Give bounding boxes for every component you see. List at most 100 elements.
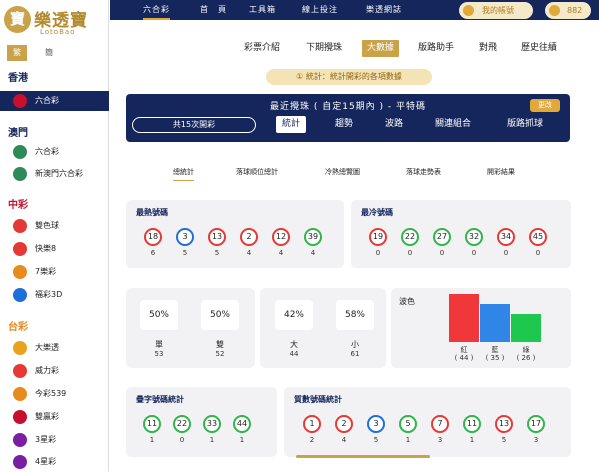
sidebar-item-qlc[interactable]: 7樂彩 [0, 262, 109, 282]
my-account-button[interactable]: 我的帳號 [459, 2, 533, 19]
subnav-next-draw[interactable]: 下期攪珠 [306, 40, 342, 57]
sidebar-item-label: 雙色球 [35, 221, 59, 230]
language-switch: 繁 簡 [7, 45, 104, 61]
jc539-icon [13, 387, 27, 401]
stat-tab-trend-table[interactable]: 落球走勢表 [406, 167, 441, 177]
sidebar-item-ssq[interactable]: 雙色球 [0, 216, 109, 236]
number-ball: 1 [303, 415, 321, 433]
stat-tab-hotcold[interactable]: 冷熱總覽圖 [325, 167, 360, 177]
subnav-path-helper[interactable]: 版路助手 [418, 40, 454, 57]
stat-tab-order[interactable]: 落球順位總計 [236, 167, 278, 177]
coin-balance[interactable]: 882 [545, 2, 591, 19]
sidebar-item-label: 威力彩 [35, 366, 59, 375]
3xc-icon [13, 433, 27, 447]
sidebar-item-syc[interactable]: 雙贏彩 [0, 407, 109, 427]
macau-lottery-icon [13, 145, 27, 159]
odd-label: 單 [155, 340, 163, 349]
number-ball: 2 [335, 415, 353, 433]
ball-count: 2 [309, 436, 315, 444]
sidebar-item-label: 今彩539 [35, 389, 67, 398]
small-count: 61 [350, 350, 360, 358]
subnav-history[interactable]: 歷史往績 [521, 40, 557, 57]
prime-numbers-card: 質數號碼統計 1 2 2 4 3 5 5 1 7 3 11 1 13 5 17 3 [284, 387, 571, 457]
stat-tab-total[interactable]: 總統計 [173, 167, 194, 181]
sidebar-item-macau-marksix[interactable]: 六合彩 [0, 142, 109, 162]
topnav-marksix[interactable]: 六合彩 [143, 0, 170, 20]
subnav-pair[interactable]: 對飛 [479, 40, 497, 57]
topnav-toolbox[interactable]: 工具箱 [249, 0, 276, 20]
number-ball: 13 [495, 415, 513, 433]
draw-panel: 最近攪珠 ( 自定15期內 ) - 平特碼 更改 共15次開彩 統計 趨勢 波路… [126, 94, 570, 142]
change-button[interactable]: 更改 [530, 99, 560, 112]
odd-percent: 50% [140, 300, 178, 330]
number-ball: 34 [497, 228, 515, 246]
wave-bar [480, 303, 510, 342]
region-taiwan: 台彩 [8, 322, 28, 333]
topnav-home[interactable]: 首 頁 [200, 0, 227, 20]
coin-icon [549, 5, 560, 16]
wave-bar [449, 294, 479, 342]
lang-traditional-button[interactable]: 繁 [7, 45, 27, 61]
lang-simplified-button[interactable]: 簡 [45, 45, 53, 61]
draw-panel-title: 最近攪珠 ( 自定15期內 ) - 平特碼 [269, 102, 427, 112]
ball-count: 1 [239, 436, 245, 444]
subnav-big-data[interactable]: 大數據 [362, 40, 400, 57]
topnav-online-bet[interactable]: 線上投注 [302, 0, 338, 20]
sidebar-item-jc539[interactable]: 今彩539 [0, 384, 109, 404]
big-small-card: 42% 58% 大 小 44 61 [260, 288, 386, 368]
ball-count: 4 [246, 249, 252, 257]
logo[interactable]: 寶 樂透寶 LotoBao [4, 4, 108, 40]
wave-color-card: 波色 紅( 44 ) 藍( 35 ) 綠( 26 ) [391, 288, 571, 368]
ball-count: 1 [149, 436, 155, 444]
my-account-label: 我的帳號 [482, 6, 514, 15]
sidebar-item-label: 六合彩 [35, 147, 59, 156]
sidebar-item-hk-marksix[interactable]: 六合彩 [0, 91, 109, 111]
sidebar-item-dlt[interactable]: 大樂透 [0, 338, 109, 358]
subnav-intro[interactable]: 彩票介紹 [244, 40, 280, 57]
sidebar-item-label: 3星彩 [35, 435, 57, 444]
cold-numbers-title: 最冷號碼 [361, 208, 393, 217]
tab-path-pick[interactable]: 版路抓球 [507, 116, 543, 133]
sidebar-item-kl8[interactable]: 快樂8 [0, 239, 109, 259]
tab-wave-path[interactable]: 波路 [385, 116, 403, 133]
topnav-blog[interactable]: 樂透網誌 [366, 0, 402, 20]
ssq-icon [13, 219, 27, 233]
4xc-icon [13, 455, 27, 469]
big-percent: 42% [275, 300, 313, 330]
number-ball: 3 [176, 228, 194, 246]
coin-count: 882 [567, 6, 583, 15]
number-ball: 19 [369, 228, 387, 246]
sidebar-item-label: 7樂彩 [35, 267, 57, 276]
tab-combo[interactable]: 關連組合 [435, 116, 471, 133]
macau-lottery-icon [13, 167, 27, 181]
number-ball: 7 [431, 415, 449, 433]
sidebar-item-wlc[interactable]: 威力彩 [0, 361, 109, 381]
ball-count: 1 [469, 436, 475, 444]
number-ball: 18 [144, 228, 162, 246]
big-label: 大 [290, 340, 298, 349]
tab-trend[interactable]: 趨勢 [335, 116, 353, 133]
region-macau: 澳門 [8, 128, 28, 139]
sidebar-item-new-macau-marksix[interactable]: 新澳門六合彩 [0, 164, 109, 184]
sidebar-item-label: 雙贏彩 [35, 412, 59, 421]
number-ball: 13 [208, 228, 226, 246]
number-ball: 11 [463, 415, 481, 433]
number-ball: 17 [527, 415, 545, 433]
horizontal-scrollbar[interactable] [296, 455, 430, 458]
user-icon [463, 5, 474, 16]
sidebar-item-4xc[interactable]: 4星彩 [0, 452, 109, 472]
ball-count: 0 [179, 436, 185, 444]
number-ball: 32 [465, 228, 483, 246]
hk-flag-icon [13, 94, 27, 108]
sidebar-item-fc3d[interactable]: 福彩3D [0, 285, 109, 305]
ball-count: 0 [471, 249, 477, 257]
tab-stats[interactable]: 統計 [276, 116, 307, 133]
wlc-icon [13, 364, 27, 378]
ball-count: 4 [278, 249, 284, 257]
ball-count: 3 [437, 436, 443, 444]
small-label: 小 [351, 340, 359, 349]
stat-tab-results[interactable]: 開彩結果 [487, 167, 515, 177]
sidebar-item-3xc[interactable]: 3星彩 [0, 430, 109, 450]
number-ball: 12 [272, 228, 290, 246]
kl8-icon [13, 242, 27, 256]
